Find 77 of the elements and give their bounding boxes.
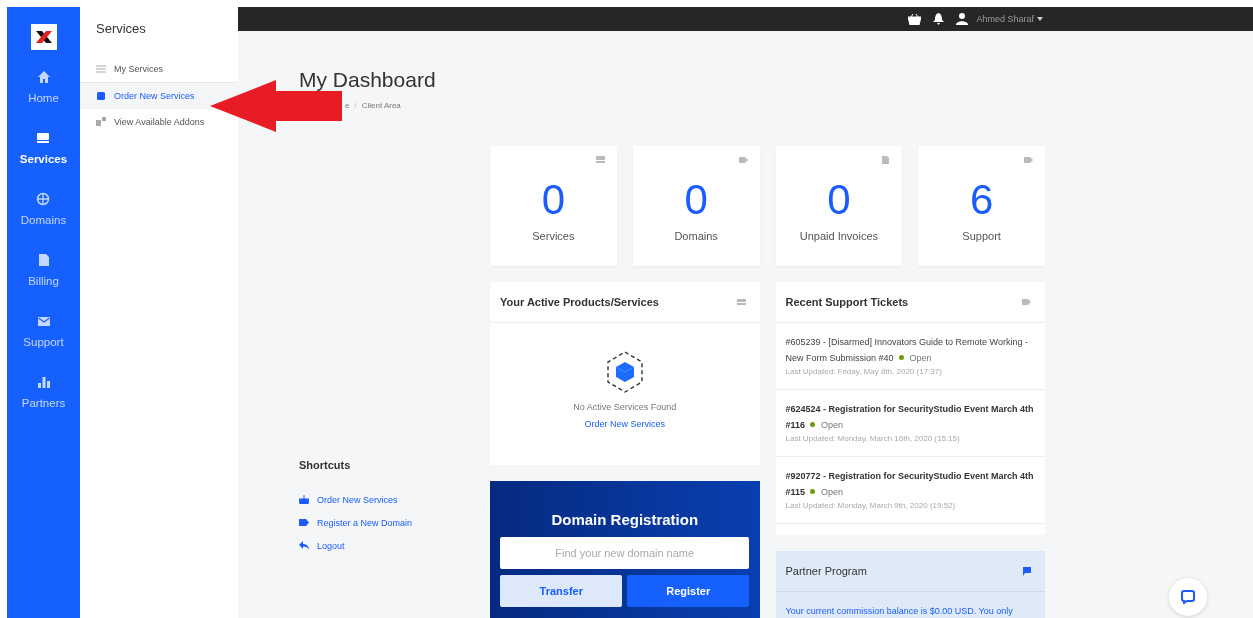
stat-tile[interactable]: 0 Domains (632, 146, 760, 266)
user-icon (956, 13, 969, 25)
ticket-updated: Last Updated: Friday, May 8th, 2020 (17:37) (785, 367, 943, 376)
stat-tile[interactable]: 0 Unpaid Invoices (775, 146, 903, 266)
page-title: My Dashboard (299, 68, 437, 92)
stat-tile[interactable]: 6 Support (918, 146, 1045, 266)
caret-icon (1037, 17, 1043, 21)
submenu-item[interactable]: View Available Addons (80, 109, 221, 135)
globe-icon (36, 192, 51, 206)
domain-title: Domain Registration (551, 511, 699, 528)
basket-icon (299, 495, 309, 504)
ticket-updated: Last Updated: Monday, March 16th, 2020 (15:15) (785, 434, 961, 443)
nav-item[interactable]: Partners (21, 375, 66, 436)
logo-icon (30, 24, 57, 50)
empty-message: No Active Services Found (573, 402, 677, 412)
bell-icon[interactable] (933, 13, 945, 25)
breadcrumb-item[interactable]: e (345, 101, 350, 110)
nav-item[interactable]: Home (28, 70, 59, 131)
document-icon (881, 156, 891, 164)
bag-icon (96, 91, 106, 101)
server-icon (36, 131, 51, 145)
breadcrumb-item: Client Area (361, 101, 401, 110)
shortcut-link[interactable]: Register a New Domain (299, 511, 490, 534)
nav-item[interactable]: Services (19, 131, 68, 192)
stat-value: 0 (827, 176, 851, 224)
tag-icon (1022, 298, 1031, 306)
submenu-item[interactable]: My Services (80, 56, 179, 82)
breadcrumb-separator: / (354, 101, 357, 110)
order-link[interactable]: Order New Services (584, 419, 665, 429)
stat-tile[interactable]: 0 Services (490, 146, 617, 266)
document-icon (36, 253, 51, 267)
tag-icon (1024, 156, 1033, 164)
tag-icon (299, 518, 309, 527)
shortcuts-title: Shortcuts (299, 459, 352, 471)
server-icon (736, 298, 746, 306)
ticket-title: #920772 - Registration for SecurityStudio Event March 4th #115 Open (785, 470, 1035, 499)
submenu-item[interactable]: Order New Services (80, 82, 238, 109)
reply-icon (299, 541, 309, 550)
panel-title: Recent Support Tickets (785, 296, 909, 308)
chat-icon (1181, 590, 1195, 604)
ticket-item[interactable]: #605239 - [Disarmed] Innovators Guide to Remote Working - New Form Submission #40 Open Last Updated: Friday, May 8th, 2020 (17:37) (775, 323, 1045, 390)
flag-icon (1023, 566, 1031, 576)
register-button[interactable]: Register (627, 575, 750, 607)
submenu-title: Services (95, 20, 147, 38)
cube-icon (604, 350, 645, 394)
nav-item[interactable]: Domains (20, 192, 67, 253)
ticket-title: #605239 - [Disarmed] Innovators Guide to Remote Working - New Form Submission #40 Open (785, 336, 1029, 365)
shortcut-link[interactable]: Logout (299, 534, 490, 557)
ticket-item[interactable]: #920772 - Registration for SecurityStudio Event March 4th #115 Open Last Updated: Monday, March 9th, 2020 (19:52) (775, 457, 1045, 524)
partner-text: Your current commission balance is $0.00 USD. You only (784, 605, 1014, 618)
stat-value: 0 (684, 176, 708, 224)
stat-label: Support (962, 230, 1001, 242)
envelope-icon (36, 314, 51, 328)
squares-icon (96, 117, 106, 127)
nav-item[interactable]: Support (23, 314, 64, 375)
basket-icon[interactable] (908, 13, 922, 25)
stat-label: Services (532, 230, 575, 242)
stat-value: 6 (969, 176, 994, 224)
domain-search-field[interactable]: Find your new domain name (500, 537, 750, 569)
ticket-title: #624524 - Registration for SecurityStudio Event March 4th #116 Open (785, 403, 1035, 432)
ticket-item[interactable]: #624524 - Registration for SecurityStudio Event March 4th #116 Open Last Updated: Monday, March 16th, 2020 (15:15) (775, 390, 1045, 457)
panel-title: Partner Program (785, 565, 867, 577)
stat-label: Domains (674, 230, 718, 242)
list-icon (96, 64, 106, 74)
ticket-updated: Last Updated: Monday, March 9th, 2020 (19:52) (785, 501, 957, 510)
shortcut-link[interactable]: Order New Services (299, 488, 490, 511)
stat-label: Unpaid Invoices (799, 230, 878, 242)
nav-item[interactable]: Billing (28, 253, 59, 314)
transfer-button[interactable]: Transfer (500, 575, 623, 607)
chat-button[interactable] (1169, 578, 1207, 616)
user-menu[interactable]: Ahmed Sharaf (976, 14, 1043, 24)
stat-value: 0 (541, 176, 566, 224)
panel-title: Your Active Products/Services (500, 296, 659, 308)
tag-icon (738, 156, 748, 164)
home-icon (36, 70, 51, 84)
server-icon (595, 156, 605, 164)
bar-chart-icon (36, 375, 51, 389)
